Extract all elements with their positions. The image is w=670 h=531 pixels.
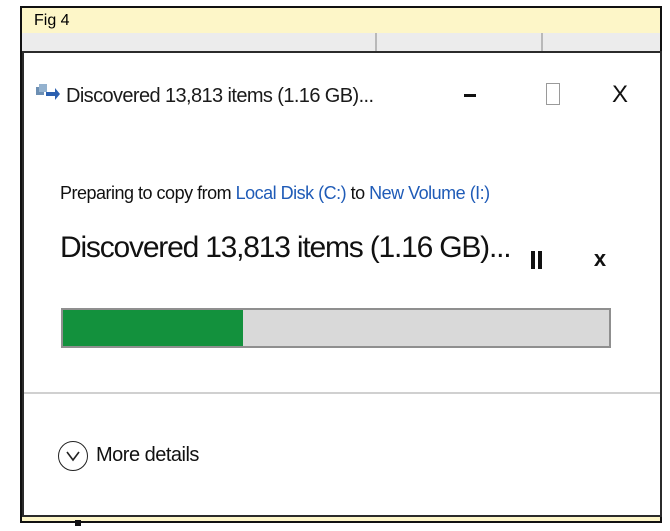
progress-bar xyxy=(61,308,611,348)
chevron-down-icon xyxy=(58,441,88,471)
copy-description: Preparing to copy from Local Disk (C:) t… xyxy=(60,183,490,204)
background-window-strip xyxy=(22,33,660,51)
background-divider xyxy=(541,33,543,51)
figure-label: Fig 4 xyxy=(34,12,70,29)
title-bar[interactable]: Discovered 13,813 items (1.16 GB)... X xyxy=(24,53,660,143)
copy-dialog: Discovered 13,813 items (1.16 GB)... X P… xyxy=(22,51,662,517)
pause-icon xyxy=(531,251,535,269)
pause-icon-bar xyxy=(538,251,542,269)
close-button[interactable]: X xyxy=(600,75,640,115)
copy-files-icon xyxy=(36,84,60,100)
maximize-icon xyxy=(546,83,560,105)
maximize-button[interactable] xyxy=(535,75,575,115)
cancel-copy-button[interactable]: x xyxy=(587,241,613,277)
divider xyxy=(24,392,660,394)
minimize-icon xyxy=(464,94,476,97)
more-details-label: More details xyxy=(96,444,199,466)
minimize-button[interactable] xyxy=(450,75,490,115)
destination-link[interactable]: New Volume (I:) xyxy=(369,183,490,203)
source-link[interactable]: Local Disk (C:) xyxy=(236,183,347,203)
copy-middle: to xyxy=(346,183,370,203)
pause-button[interactable] xyxy=(522,243,550,277)
background-artifact xyxy=(75,520,81,526)
window-title: Discovered 13,813 items (1.16 GB)... xyxy=(66,85,374,107)
background-divider xyxy=(375,33,377,51)
more-details-button[interactable]: More details xyxy=(58,441,218,481)
progress-fill xyxy=(63,310,244,346)
copy-prefix: Preparing to copy from xyxy=(60,183,236,203)
status-text: Discovered 13,813 items (1.16 GB)... xyxy=(60,231,512,264)
